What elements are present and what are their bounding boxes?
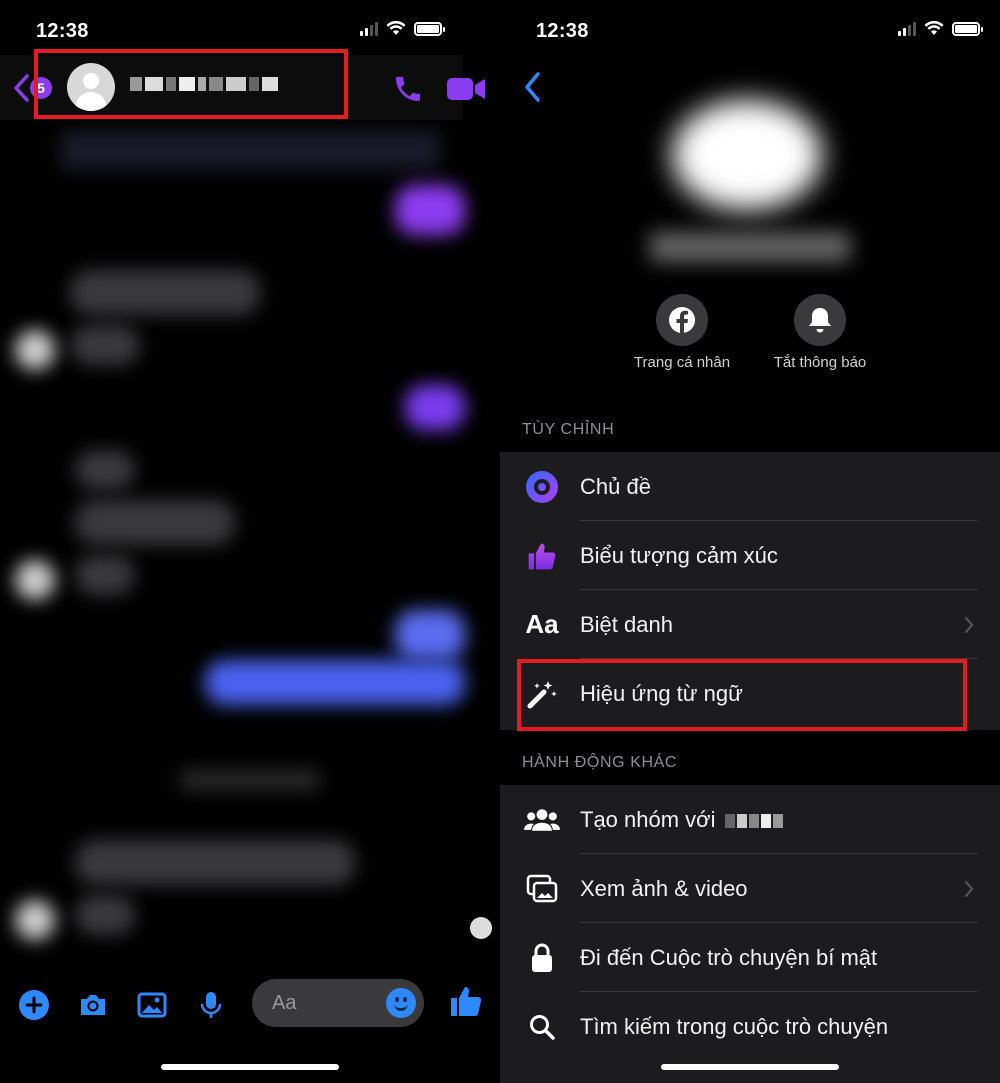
- theme-row[interactable]: Chủ đề: [500, 452, 1000, 521]
- signal-icon: [360, 21, 378, 36]
- blurred-message: [70, 270, 260, 315]
- lock-icon: [524, 940, 560, 976]
- blurred-avatar: [15, 900, 55, 940]
- emoji-row[interactable]: Biểu tượng cảm xúc: [500, 521, 1000, 590]
- chat-screen: 12:38 5 Aa: [0, 0, 500, 1083]
- section-title-customize: TÙY CHỈNH: [522, 421, 615, 438]
- blurred-message: [405, 385, 465, 430]
- composer: [0, 975, 500, 1035]
- mute-action-label: Tắt thông báo: [773, 354, 867, 371]
- emoji-icon[interactable]: [386, 988, 416, 1018]
- chevron-right-icon: [965, 880, 974, 897]
- nickname-icon: Aa: [525, 609, 559, 639]
- chevron-left-icon: [14, 74, 29, 102]
- seen-avatar: [470, 917, 492, 939]
- search-conversation-row[interactable]: Tìm kiếm trong cuộc trò chuyện: [500, 992, 1000, 1061]
- message-input-placeholder: Aa: [272, 992, 297, 1014]
- wifi-icon: [924, 21, 944, 35]
- video-call-icon[interactable]: [447, 75, 485, 103]
- facebook-icon: [656, 294, 708, 346]
- photos-icon: [524, 871, 560, 907]
- blurred-avatar: [15, 330, 55, 370]
- mute-action[interactable]: Tắt thông báo: [750, 294, 890, 371]
- blurred-message: [205, 660, 465, 705]
- secret-conversation-row[interactable]: Đi đến Cuộc trò chuyện bí mật: [500, 923, 1000, 992]
- bell-icon: [794, 294, 846, 346]
- highlight-box: [517, 659, 967, 731]
- status-icons: [898, 21, 983, 36]
- status-time: 12:38: [36, 20, 89, 42]
- nickname-label: Biệt danh: [580, 611, 673, 637]
- settings-screen: 12:38 Trang cá nhân Tắt thông báo TÙY CH…: [500, 0, 1000, 1083]
- back-button[interactable]: [12, 73, 30, 109]
- photos-videos-row[interactable]: Xem ảnh & video: [500, 854, 1000, 923]
- group-icon: [524, 802, 560, 838]
- blurred-timestamp: [180, 770, 320, 790]
- home-indicator: [161, 1064, 339, 1070]
- profile-photo-blurred: [672, 100, 822, 210]
- phone-icon[interactable]: [392, 73, 424, 105]
- battery-icon: [952, 21, 983, 36]
- section-title-more: HÀNH ĐỘNG KHÁC: [522, 754, 678, 771]
- create-group-row[interactable]: Tạo nhóm với: [500, 785, 1000, 854]
- profile-action-label: Trang cá nhân: [633, 354, 731, 371]
- status-icons: [360, 21, 445, 36]
- blurred-message: [60, 130, 440, 170]
- image-icon[interactable]: [136, 989, 168, 1021]
- search-conversation-label: Tìm kiếm trong cuộc trò chuyện: [580, 1013, 889, 1039]
- blurred-message: [75, 840, 355, 885]
- blurred-message: [395, 610, 465, 660]
- more-actions-group: Tạo nhóm với Xem ảnh & video Đi đến Cuộc…: [500, 785, 1000, 1083]
- create-group-label: Tạo nhóm với: [580, 807, 784, 833]
- search-icon: [524, 1009, 560, 1045]
- blurred-message: [75, 500, 235, 545]
- theme-icon: [524, 469, 560, 505]
- blurred-message: [75, 555, 135, 595]
- photos-videos-label: Xem ảnh & video: [580, 875, 748, 901]
- camera-icon[interactable]: [77, 989, 109, 1021]
- back-button[interactable]: [522, 70, 542, 104]
- chevron-right-icon: [965, 616, 974, 633]
- blurred-message: [75, 450, 135, 490]
- profile-action[interactable]: Trang cá nhân: [612, 294, 752, 371]
- blurred-avatar: [15, 560, 55, 600]
- home-indicator: [661, 1064, 839, 1070]
- status-bar: 12:38: [500, 0, 1000, 60]
- emoji-label: Biểu tượng cảm xúc: [580, 542, 778, 568]
- battery-icon: [414, 21, 445, 36]
- blurred-message: [75, 895, 135, 935]
- secret-conversation-label: Đi đến Cuộc trò chuyện bí mật: [580, 944, 878, 970]
- wifi-icon: [386, 21, 406, 35]
- thumbs-up-icon: [524, 538, 560, 574]
- status-time: 12:38: [536, 20, 589, 42]
- pixelated-name: [725, 813, 784, 828]
- thumbs-up-icon[interactable]: [448, 983, 484, 1019]
- signal-icon: [898, 21, 916, 36]
- nickname-row[interactable]: Aa Biệt danh: [500, 590, 1000, 659]
- plus-icon[interactable]: [18, 989, 50, 1021]
- blurred-message: [395, 185, 465, 235]
- microphone-icon[interactable]: [195, 989, 227, 1021]
- highlight-box: [34, 49, 348, 119]
- profile-name-blurred: [650, 232, 850, 262]
- theme-label: Chủ đề: [580, 473, 651, 499]
- blurred-message: [70, 325, 140, 365]
